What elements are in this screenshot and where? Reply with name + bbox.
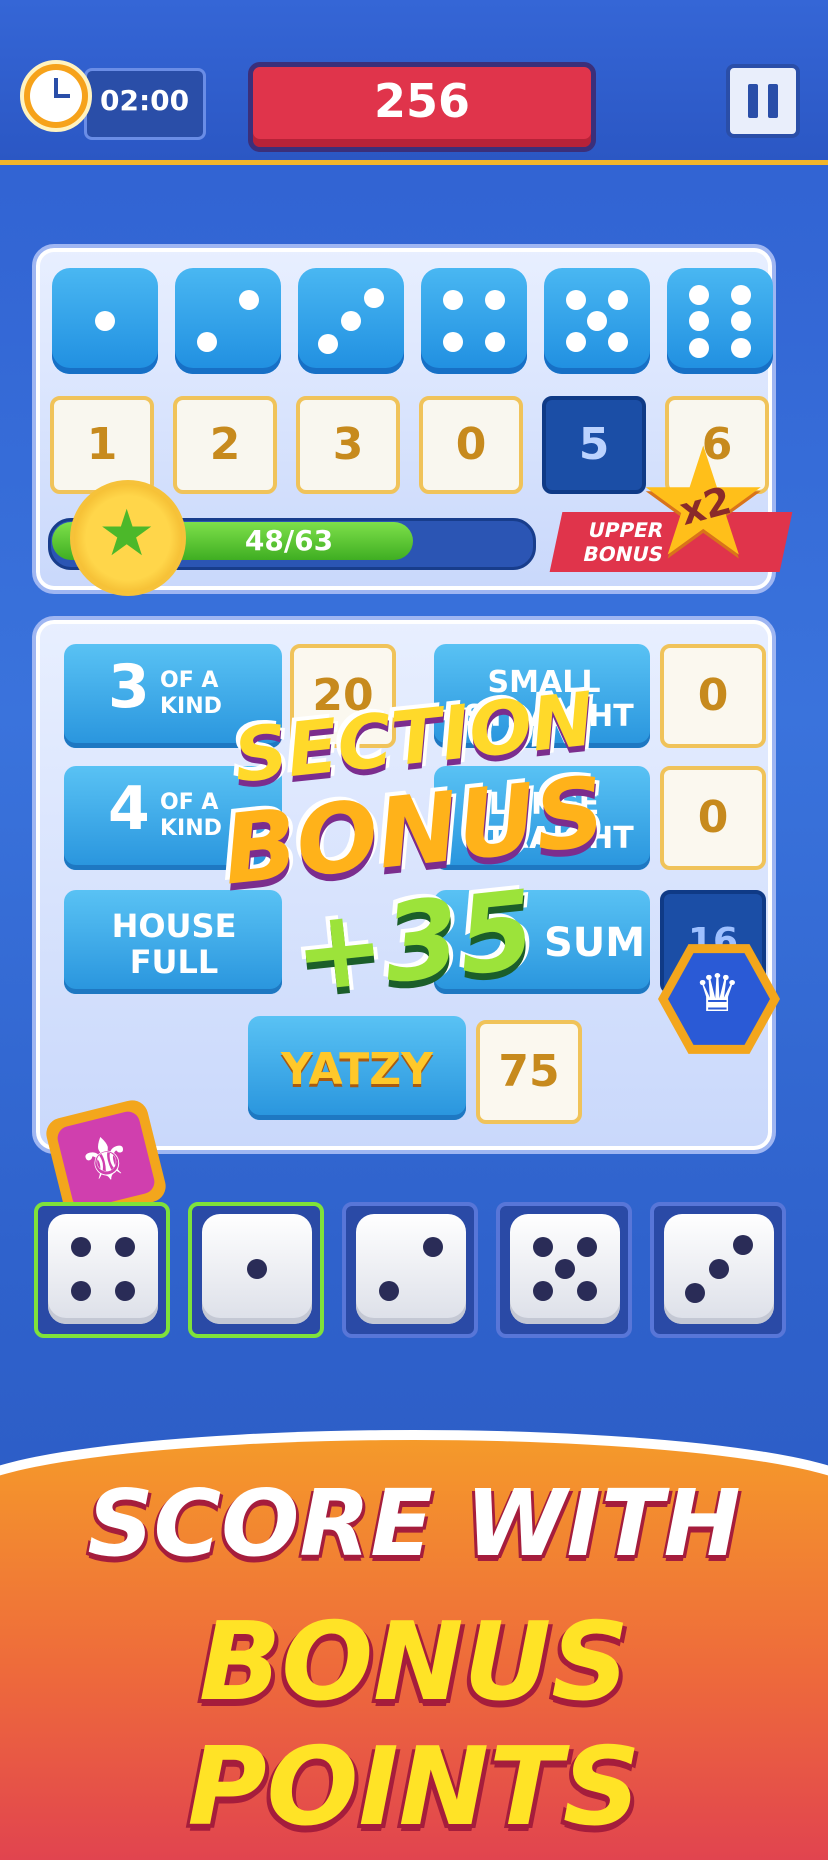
score-value: 256 [373,74,471,128]
die-pip [555,1259,575,1279]
upper-die-2 [175,268,281,374]
banner-line-1: SCORE WITH [87,1470,741,1577]
die-pip [533,1237,553,1257]
die-pip [565,289,586,310]
die-pip [196,332,217,353]
die-pip [379,1281,399,1301]
die-pip [317,334,338,355]
die-pip [239,289,260,310]
die-pip [115,1281,135,1301]
die-pip [733,1234,754,1255]
die-pip [684,1283,705,1304]
pause-button[interactable] [726,64,800,138]
die-pip [442,332,463,353]
die-pip [485,332,506,353]
upper-score-cell[interactable]: 2 [173,396,277,494]
star-coin-icon: ★ [70,480,186,596]
pause-icon [748,84,758,118]
upper-score-cell[interactable]: 0 [419,396,523,494]
die-pip [71,1281,91,1301]
die-pip [608,332,629,353]
yatzy-button[interactable]: YATZY [248,1016,466,1120]
die-pip [587,311,607,331]
yatzy-label: YATZY [280,1044,434,1095]
die-pip [247,1259,267,1279]
die-face-2 [356,1214,466,1324]
die-face-4 [48,1214,158,1324]
three-kind-label: OF A KIND [160,668,222,719]
upper-die-1 [52,268,158,374]
rolled-die[interactable] [496,1202,632,1338]
die-pip [71,1237,91,1257]
held-die[interactable] [34,1202,170,1338]
die-pip [442,289,463,310]
held-die[interactable] [188,1202,324,1338]
rolled-die[interactable] [650,1202,786,1338]
die-pip [533,1281,553,1301]
upper-die-3 [298,268,404,374]
upper-die-5 [544,268,650,374]
yatzy-score: 75 [476,1020,582,1124]
die-pip [423,1237,443,1257]
rolled-die[interactable] [342,1202,478,1338]
die-pip [688,311,709,331]
die-pip [688,284,709,305]
die-face-3 [664,1214,774,1324]
die-face-5 [510,1214,620,1324]
die-pip [731,284,752,305]
upper-score-cell[interactable]: 1 [50,396,154,494]
die-pip [341,311,361,331]
upper-score-cell[interactable]: 5 [542,396,646,494]
upper-score-cell[interactable]: 3 [296,396,400,494]
multiplier-star-icon: ★ x2 [636,416,771,590]
clock-face [30,70,82,122]
timer-text: 02:00 [100,84,190,117]
die-pip [731,337,752,358]
die-pip [608,289,629,310]
die-pip [485,289,506,310]
die-pip [565,332,586,353]
die-pip [115,1237,135,1257]
die-pip [95,311,115,331]
three-kind-number: 3 [108,652,150,722]
die-pip [577,1237,597,1257]
die-pip [731,311,752,331]
upper-die-6 [667,268,773,374]
die-pip [577,1281,597,1301]
die-face-1 [202,1214,312,1324]
die-pip [709,1259,729,1279]
die-pip [364,287,385,308]
banner-line-2: BONUS POINTS [187,1600,641,1850]
upper-die-4 [421,268,527,374]
die-pip [688,337,709,358]
